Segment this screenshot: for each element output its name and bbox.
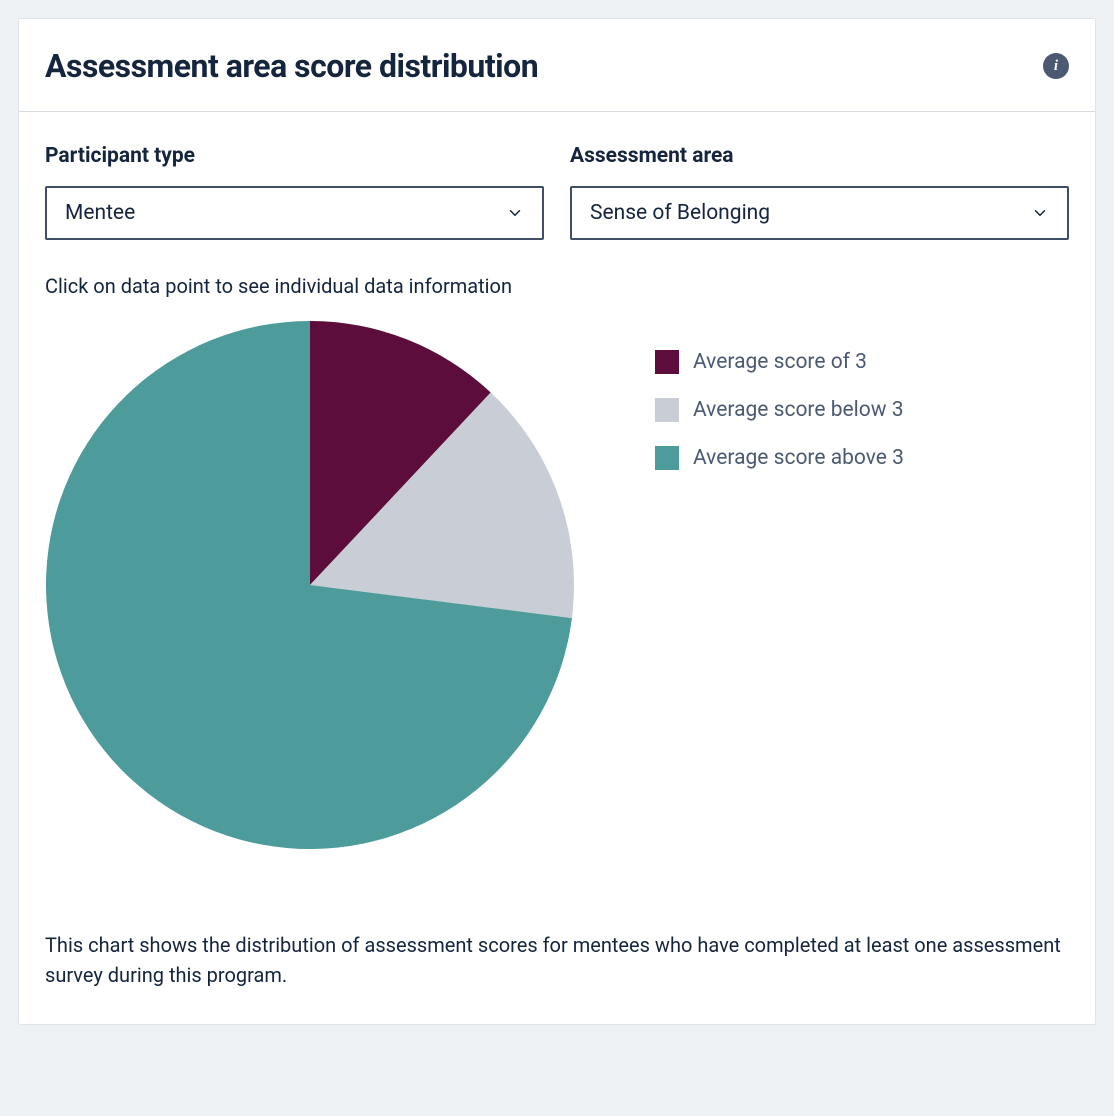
card-body: Participant type Mentee Assessment area … xyxy=(19,112,1095,1024)
assessment-area-group: Assessment area Sense of Belonging xyxy=(570,144,1069,240)
card-header: Assessment area score distribution i xyxy=(19,19,1095,112)
chevron-down-icon xyxy=(1031,204,1049,222)
legend-label: Average score above 3 xyxy=(693,446,904,470)
assessment-area-select[interactable]: Sense of Belonging xyxy=(570,186,1069,240)
legend-item[interactable]: Average score below 3 xyxy=(655,398,904,422)
legend-swatch xyxy=(655,446,679,470)
participant-type-group: Participant type Mentee xyxy=(45,144,544,240)
participant-type-select[interactable]: Mentee xyxy=(45,186,544,240)
legend-item[interactable]: Average score of 3 xyxy=(655,350,904,374)
pie-chart-container xyxy=(45,320,575,850)
legend-label: Average score below 3 xyxy=(693,398,904,422)
legend-swatch xyxy=(655,398,679,422)
chart-footer: This chart shows the distribution of ass… xyxy=(45,930,1069,990)
legend-swatch xyxy=(655,350,679,374)
page-title: Assessment area score distribution xyxy=(45,47,538,85)
assessment-area-label: Assessment area xyxy=(570,144,1069,168)
legend: Average score of 3 Average score below 3 A… xyxy=(655,320,904,494)
legend-item[interactable]: Average score above 3 xyxy=(655,446,904,470)
filters: Participant type Mentee Assessment area … xyxy=(45,144,1069,240)
chart-row: Average score of 3 Average score below 3 A… xyxy=(45,320,1069,850)
assessment-area-value: Sense of Belonging xyxy=(590,201,770,225)
chart-hint: Click on data point to see individual da… xyxy=(45,274,1069,298)
pie-chart[interactable] xyxy=(45,320,575,850)
info-icon[interactable]: i xyxy=(1043,53,1069,79)
participant-type-value: Mentee xyxy=(65,201,135,225)
participant-type-label: Participant type xyxy=(45,144,544,168)
legend-label: Average score of 3 xyxy=(693,350,867,374)
chevron-down-icon xyxy=(506,204,524,222)
card: Assessment area score distribution i Par… xyxy=(18,18,1096,1025)
